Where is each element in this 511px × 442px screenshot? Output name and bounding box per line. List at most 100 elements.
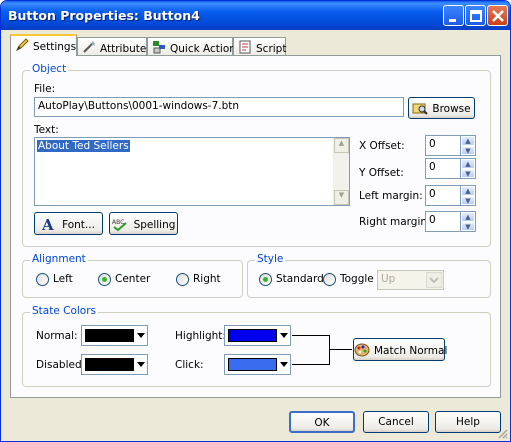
- spin-down-icon[interactable]: ▼: [461, 221, 475, 231]
- align-right-label: Right: [193, 273, 221, 285]
- spin-down-icon[interactable]: ▼: [461, 145, 475, 155]
- disabled-color-picker[interactable]: [81, 354, 148, 375]
- y-offset-label: Y Offset:: [359, 167, 404, 179]
- x-offset-field[interactable]: 0 ▲ ▼: [425, 135, 476, 156]
- normal-color-label: Normal:: [36, 330, 78, 342]
- palette-icon: [354, 343, 370, 360]
- spin-down-icon[interactable]: ▼: [461, 168, 475, 178]
- align-right-radio[interactable]: [176, 273, 189, 286]
- right-margin-spinner[interactable]: ▲ ▼: [460, 212, 475, 231]
- align-left-radio[interactable]: [36, 273, 49, 286]
- highlight-color-swatch: [228, 329, 277, 342]
- click-color-picker[interactable]: [224, 354, 291, 375]
- click-color-swatch: [228, 358, 277, 371]
- browse-button[interactable]: Browse: [408, 97, 475, 119]
- normal-color-swatch: [85, 329, 134, 342]
- svg-text:A: A: [42, 217, 54, 231]
- x-offset-value: 0: [429, 138, 436, 150]
- dropdown-arrow-icon: [280, 333, 288, 338]
- tab-script-label: Script: [256, 43, 287, 55]
- left-margin-spinner[interactable]: ▲ ▼: [460, 186, 475, 205]
- resize-grip-icon[interactable]: [496, 427, 508, 439]
- text-value: About Ted Sellers: [37, 140, 130, 152]
- help-button[interactable]: Help: [435, 411, 501, 433]
- font-button[interactable]: A Font...: [34, 212, 103, 235]
- font-icon: A: [41, 216, 58, 234]
- y-offset-spinner[interactable]: ▲ ▼: [460, 159, 475, 178]
- align-center-label: Center: [115, 273, 151, 285]
- text-label: Text:: [34, 124, 59, 136]
- align-center-radio[interactable]: [98, 273, 111, 286]
- alignment-group-label: Alignment: [30, 253, 88, 265]
- connector-line: [292, 364, 330, 365]
- y-offset-field[interactable]: 0 ▲ ▼: [425, 158, 476, 179]
- tab-quick-action-label: Quick Action: [170, 43, 236, 55]
- browse-label: Browse: [432, 103, 471, 115]
- tab-script[interactable]: Script: [233, 37, 286, 55]
- toggle-state-value: Up: [381, 273, 396, 285]
- style-toggle-label: Toggle: [340, 273, 374, 285]
- pencil-icon: [15, 38, 29, 55]
- spin-down-icon[interactable]: ▼: [461, 195, 475, 205]
- x-offset-label: X Offset:: [359, 140, 405, 152]
- folder-search-icon: [412, 101, 429, 118]
- spin-up-icon[interactable]: ▲: [461, 136, 475, 146]
- style-standard-label: Standard: [276, 273, 324, 285]
- toggle-state-select[interactable]: Up: [377, 270, 444, 290]
- connector-line: [292, 335, 330, 336]
- left-margin-label: Left margin:: [359, 190, 423, 202]
- scroll-down-icon[interactable]: ▼: [334, 190, 349, 205]
- tab-attributes[interactable]: Attributes: [77, 37, 152, 55]
- file-field[interactable]: AutoPlay\Buttons\0001-windows-7.btn: [34, 97, 404, 117]
- close-button[interactable]: [487, 5, 508, 26]
- scroll-up-icon[interactable]: ▲: [334, 138, 349, 153]
- click-color-label: Click:: [175, 359, 204, 371]
- spin-up-icon[interactable]: ▲: [461, 159, 475, 169]
- dialog-window: Button Properties: Button4 Settings Attr…: [0, 0, 511, 442]
- font-label: Font...: [62, 219, 95, 231]
- connector-line: [329, 335, 330, 365]
- highlight-color-label: Highlight:: [175, 330, 226, 342]
- ok-button[interactable]: OK: [289, 411, 355, 433]
- close-icon: [492, 10, 504, 22]
- style-standard-radio[interactable]: [259, 273, 272, 286]
- highlight-color-picker[interactable]: [224, 325, 291, 346]
- y-offset-value: 0: [429, 161, 436, 173]
- align-left-label: Left: [53, 273, 73, 285]
- left-margin-value: 0: [429, 188, 436, 200]
- dropdown-arrow-icon: [280, 362, 288, 367]
- tab-attributes-label: Attributes: [100, 43, 152, 55]
- text-scrollbar[interactable]: ▲ ▼: [333, 138, 349, 205]
- text-area[interactable]: About Ted Sellers ▲ ▼: [34, 137, 350, 206]
- disabled-color-label: Disabled:: [36, 359, 86, 371]
- cancel-button[interactable]: Cancel: [363, 411, 429, 433]
- dropdown-arrow-icon: [137, 333, 145, 338]
- style-toggle-radio[interactable]: [323, 273, 336, 286]
- window-title: Button Properties: Button4: [8, 8, 200, 23]
- maximize-icon: [470, 10, 482, 22]
- dropdown-arrow-icon: [137, 362, 145, 367]
- state-colors-group-label: State Colors: [30, 305, 99, 317]
- spin-up-icon[interactable]: ▲: [461, 186, 475, 196]
- settings-panel: Object File: AutoPlay\Buttons\0001-windo…: [10, 55, 501, 398]
- normal-color-picker[interactable]: [81, 325, 148, 346]
- tab-settings[interactable]: Settings: [10, 34, 77, 56]
- minimize-button[interactable]: [443, 5, 464, 26]
- x-offset-spinner[interactable]: ▲ ▼: [460, 136, 475, 155]
- left-margin-field[interactable]: 0 ▲ ▼: [425, 185, 476, 206]
- spin-up-icon[interactable]: ▲: [461, 212, 475, 222]
- spellcheck-icon: ABC: [112, 217, 130, 234]
- spelling-button[interactable]: ABC Spelling: [109, 212, 178, 235]
- file-label: File:: [34, 83, 56, 95]
- disabled-color-swatch: [85, 358, 134, 371]
- match-normal-button[interactable]: Match Normal: [353, 338, 448, 361]
- tab-quick-action[interactable]: Quick Action: [147, 37, 236, 55]
- tab-settings-label: Settings: [33, 41, 77, 53]
- maximize-button[interactable]: [465, 5, 486, 26]
- match-normal-label: Match Normal: [374, 345, 448, 357]
- object-group-label: Object: [30, 63, 69, 75]
- connector-line: [329, 349, 352, 350]
- chevron-down-icon: [426, 272, 442, 288]
- title-bar[interactable]: Button Properties: Button4: [1, 1, 510, 30]
- right-margin-field[interactable]: 0 ▲ ▼: [425, 211, 476, 232]
